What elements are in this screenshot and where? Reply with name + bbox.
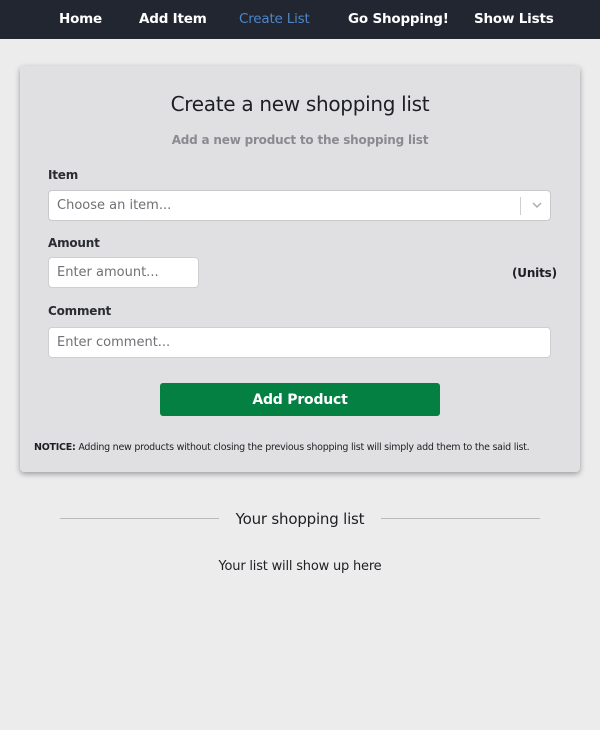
- amount-label: Amount: [48, 236, 100, 250]
- page-title: Create a new shopping list: [170, 92, 430, 116]
- shopping-list-heading: Your shopping list: [235, 510, 365, 528]
- chevron-down-icon[interactable]: [529, 196, 545, 214]
- item-select[interactable]: Choose an item...: [48, 190, 551, 221]
- add-product-button[interactable]: Add Product: [160, 383, 440, 416]
- item-label: Item: [48, 168, 79, 182]
- item-select-placeholder: Choose an item...: [57, 198, 172, 213]
- notice-text: NOTICE: Adding new products without clos…: [34, 442, 530, 453]
- comment-input[interactable]: [48, 327, 551, 358]
- nav-link-home[interactable]: Home: [59, 11, 102, 27]
- top-navbar: Home Add Item Create List Go Shopping! S…: [0, 0, 600, 39]
- units-label: (Units): [512, 266, 557, 280]
- notice-body: Adding new products without closing the …: [75, 442, 530, 453]
- shopping-list-empty-text: Your list will show up here: [218, 559, 382, 574]
- nav-link-add-item[interactable]: Add Item: [139, 11, 207, 27]
- amount-input[interactable]: [48, 257, 199, 288]
- nav-link-show-lists[interactable]: Show Lists: [474, 11, 554, 27]
- notice-prefix: NOTICE:: [34, 442, 76, 453]
- nav-link-go-shopping[interactable]: Go Shopping!: [348, 11, 449, 27]
- nav-link-create-list[interactable]: Create List: [239, 11, 310, 27]
- select-separator: [520, 197, 521, 215]
- comment-label: Comment: [48, 304, 112, 318]
- page-subtitle: Add a new product to the shopping list: [171, 133, 429, 147]
